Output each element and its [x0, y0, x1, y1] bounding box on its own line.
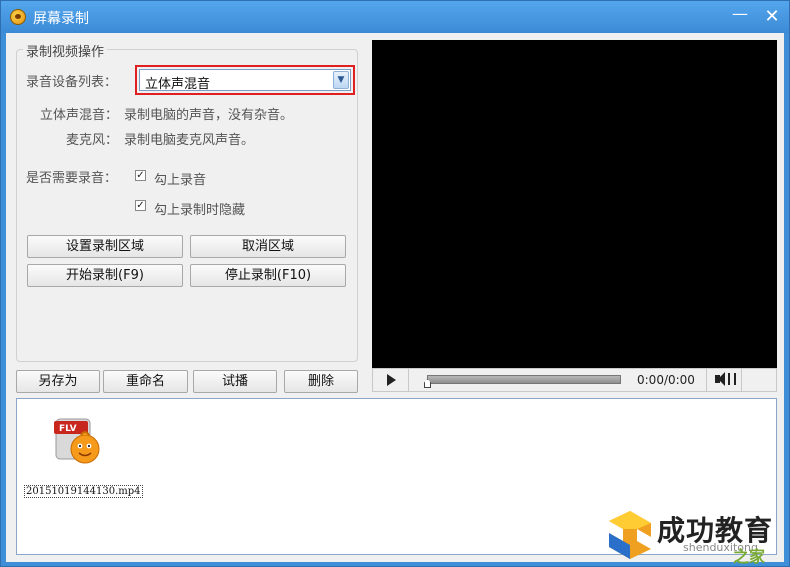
need-audio-label: 是否需要录音： — [26, 171, 118, 186]
stop-record-button[interactable]: 停止录制(F10) — [190, 264, 346, 287]
hide-while-recording-checkbox[interactable]: ✓ — [135, 200, 146, 211]
play-button[interactable] — [373, 369, 409, 391]
minimize-button[interactable]: — — [729, 6, 751, 27]
close-button[interactable]: ✕ — [761, 7, 783, 27]
stereo-mix-desc-label: 立体声混音： — [40, 108, 119, 123]
volume-button[interactable] — [706, 369, 742, 391]
hide-while-recording-label[interactable]: 勾上录制时隐藏 — [154, 199, 245, 218]
mic-desc-label: 麦克风： — [66, 133, 119, 148]
volume-bars-icon — [728, 373, 736, 385]
stereo-mix-desc-text: 录制电脑的声音，没有杂音。 — [124, 108, 294, 123]
flv-file-icon: FLV — [54, 418, 100, 464]
title-bar[interactable]: 屏幕录制 — ✕ — [1, 1, 789, 33]
device-list-label: 录音设备列表： — [26, 75, 118, 90]
device-select-value: 立体声混音 — [145, 77, 211, 92]
chevron-down-icon[interactable]: ▼ — [333, 71, 349, 89]
time-display: 0:00/0:00 — [637, 373, 695, 387]
cancel-region-button[interactable]: 取消区域 — [190, 235, 346, 258]
group-title: 录制视频操作 — [23, 41, 108, 60]
player-control-bar: 0:00/0:00 — [372, 368, 777, 392]
video-preview — [372, 40, 777, 368]
start-record-button[interactable]: 开始录制(F9) — [27, 264, 183, 287]
seek-bar[interactable] — [427, 375, 621, 384]
mic-desc-text: 录制电脑麦克风声音。 — [124, 133, 255, 148]
delete-button[interactable]: 删除 — [284, 370, 358, 393]
rename-button[interactable]: 重命名 — [103, 370, 188, 393]
device-select[interactable]: 立体声混音 ▼ — [135, 65, 355, 95]
device-select-box[interactable]: 立体声混音 ▼ — [139, 69, 351, 92]
app-logo-icon — [10, 9, 26, 25]
watermark: 成功教育 shenduxitong 之家 — [605, 505, 790, 567]
app-window: 屏幕录制 — ✕ 录制视频操作 录音设备列表： 立体声混音 ▼ 立体声混音： 录… — [0, 0, 790, 567]
record-audio-checkbox[interactable]: ✓ — [135, 170, 146, 181]
preview-button[interactable]: 试播 — [193, 370, 277, 393]
set-region-button[interactable]: 设置录制区域 — [27, 235, 183, 258]
play-icon — [387, 374, 396, 386]
flv-badge-text: FLV — [59, 424, 77, 434]
speaker-cone-icon — [718, 372, 725, 386]
watermark-suffix: 之家 — [733, 547, 766, 566]
window-title: 屏幕录制 — [33, 11, 89, 27]
save-as-button[interactable]: 另存为 — [16, 370, 100, 393]
client-area: 录制视频操作 录音设备列表： 立体声混音 ▼ 立体声混音： 录制电脑的声音，没有… — [6, 33, 784, 562]
record-audio-label[interactable]: 勾上录音 — [154, 169, 206, 188]
list-item[interactable]: FLV 20151019144130.mp4 — [22, 413, 143, 503]
watermark-logo-icon — [609, 511, 651, 559]
file-name[interactable]: 20151019144130.mp4 — [24, 485, 143, 498]
